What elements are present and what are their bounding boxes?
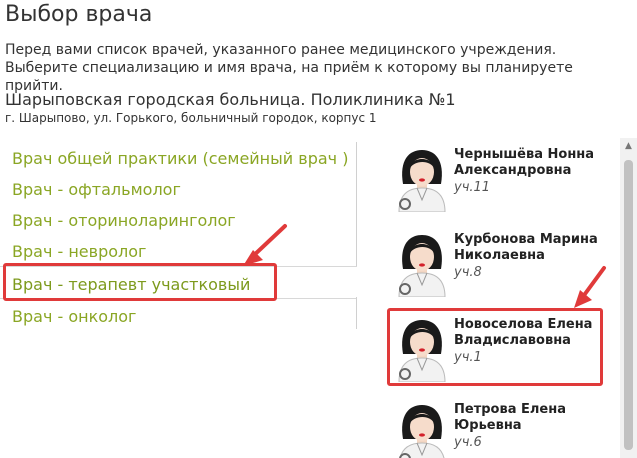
scrollbar-thumb[interactable] bbox=[624, 160, 633, 450]
specialization-list: Врач общей практики (семейный врач ) Вра… bbox=[0, 142, 360, 342]
specialization-item-oncologist[interactable]: Врач - онколог bbox=[12, 307, 136, 326]
doctor-name: Петрова Елена Юрьевна bbox=[454, 402, 566, 433]
doctor-plot: уч.6 bbox=[454, 435, 482, 450]
doctor-card[interactable]: Петрова Елена Юрьевна уч.6 bbox=[385, 393, 607, 458]
specialization-item-general-practice[interactable]: Врач общей практики (семейный врач ) bbox=[12, 149, 348, 168]
doctor-card[interactable]: Чернышёва Нонна Александровна уч.11 bbox=[385, 138, 607, 220]
specialization-item-ophthalmologist[interactable]: Врач - офтальмолог bbox=[12, 180, 181, 199]
doctor-list-scrollbar[interactable]: ▲ bbox=[620, 138, 637, 458]
hospital-name: Шарыповская городская больница. Поликлин… bbox=[5, 90, 456, 109]
divider bbox=[356, 297, 357, 329]
page-title: Выбор врача bbox=[5, 2, 153, 27]
selection-highlight bbox=[387, 308, 603, 386]
hospital-address: г. Шарыпово, ул. Горького, больничный го… bbox=[5, 111, 377, 125]
red-arrow-icon bbox=[574, 266, 606, 308]
female-doctor-icon bbox=[399, 405, 445, 458]
doctor-card[interactable]: Новоселова Елена Владиславовна уч.1 bbox=[385, 308, 607, 390]
divider bbox=[356, 142, 357, 266]
doctor-plot: уч.8 bbox=[454, 265, 482, 280]
doctor-name: Чернышёва Нонна Александровна bbox=[454, 147, 595, 178]
intro-text: Перед вами список врачей, указанного ран… bbox=[5, 42, 573, 94]
doctor-plot: уч.11 bbox=[454, 180, 491, 195]
doctor-name: Курбонова Марина Николаевна bbox=[454, 232, 598, 263]
specialization-item-ent[interactable]: Врач - оториноларинголог bbox=[12, 211, 236, 230]
red-arrow-icon bbox=[243, 224, 287, 266]
female-doctor-icon bbox=[398, 150, 446, 212]
specialization-item-neurologist[interactable]: Врач - невролог bbox=[12, 242, 146, 261]
chevron-up-icon[interactable]: ▲ bbox=[620, 138, 637, 155]
female-doctor-icon bbox=[398, 235, 446, 297]
